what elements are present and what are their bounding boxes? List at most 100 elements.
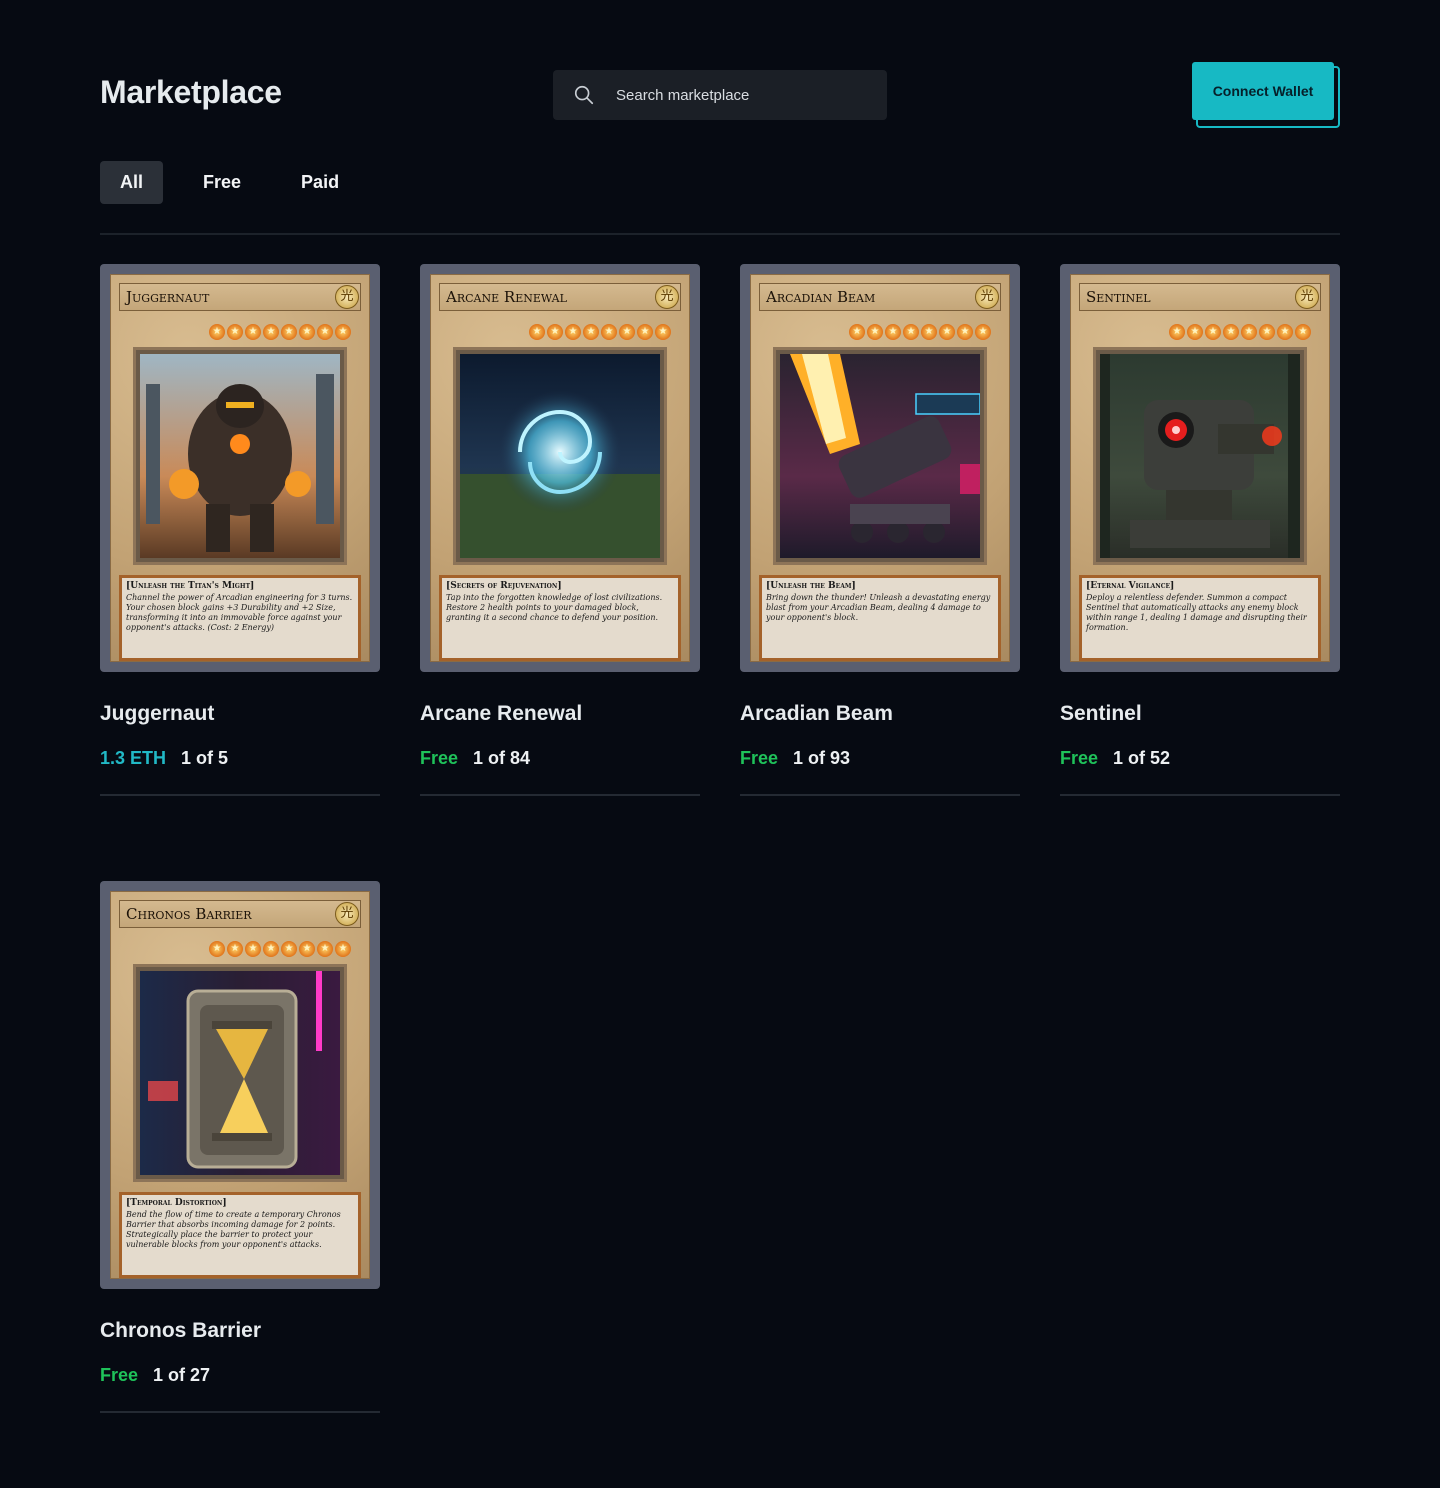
item-meta: Free 1 of 27 bbox=[100, 1365, 380, 1386]
ability-title: [Eternal Vigilance] bbox=[1086, 581, 1175, 591]
star-icon: ★ bbox=[547, 324, 563, 340]
card-description: [Eternal Vigilance] Deploy a relentless … bbox=[1079, 575, 1321, 661]
connect-wallet-button[interactable]: Connect Wallet bbox=[1192, 62, 1334, 120]
card-description: [Unleash the Beam] Bring down the thunde… bbox=[759, 575, 1001, 661]
star-icon: ★ bbox=[885, 324, 901, 340]
star-icon: ★ bbox=[281, 324, 297, 340]
marketplace-item[interactable]: Sentinel 光 ★ ★ ★ ★ ★ ★ ★ ★ [Eternal Vigi… bbox=[1060, 264, 1340, 796]
star-icon: ★ bbox=[1187, 324, 1203, 340]
star-icon: ★ bbox=[637, 324, 653, 340]
card-description: [Unleash the Titan's Might] Channel the … bbox=[119, 575, 361, 661]
level-stars: ★ ★ ★ ★ ★ ★ ★ ★ bbox=[1169, 324, 1311, 340]
card-image[interactable]: Chronos Barrier 光 ★ ★ ★ ★ ★ ★ ★ ★ [Tempo… bbox=[100, 881, 380, 1289]
header-divider bbox=[100, 233, 1340, 235]
ability-title: [Temporal Distortion] bbox=[126, 1198, 227, 1208]
ability-text: Deploy a relentless defender. Summon a c… bbox=[1086, 593, 1307, 632]
card-image[interactable]: Arcadian Beam 光 ★ ★ ★ ★ ★ ★ ★ ★ [Unleash… bbox=[740, 264, 1020, 672]
star-icon: ★ bbox=[957, 324, 973, 340]
star-icon: ★ bbox=[975, 324, 991, 340]
tab-free[interactable]: Free bbox=[183, 161, 261, 204]
attribute-icon: 光 bbox=[335, 285, 359, 309]
star-icon: ★ bbox=[227, 324, 243, 340]
marketplace-item[interactable]: Juggernaut 光 ★ ★ ★ ★ ★ ★ ★ ★ [Unleash th… bbox=[100, 264, 380, 796]
level-stars: ★ ★ ★ ★ ★ ★ ★ ★ bbox=[209, 941, 351, 957]
star-icon: ★ bbox=[939, 324, 955, 340]
item-title[interactable]: Sentinel bbox=[1060, 702, 1340, 726]
ability-text: Bend the flow of time to create a tempor… bbox=[126, 1210, 341, 1249]
star-icon: ★ bbox=[565, 324, 581, 340]
card-description: [Secrets of Rejuvenation] Tap into the f… bbox=[439, 575, 681, 661]
star-icon: ★ bbox=[529, 324, 545, 340]
star-icon: ★ bbox=[245, 324, 261, 340]
filter-tabs: All Free Paid bbox=[100, 161, 379, 204]
arcane-renewal-art bbox=[460, 354, 660, 558]
star-icon: ★ bbox=[849, 324, 865, 340]
star-icon: ★ bbox=[335, 324, 351, 340]
ability-title: [Unleash the Titan's Might] bbox=[126, 581, 255, 591]
star-icon: ★ bbox=[209, 324, 225, 340]
price: 1.3 ETH bbox=[100, 748, 167, 768]
edition-count: 1 of 5 bbox=[181, 748, 229, 768]
price: Free bbox=[100, 1365, 139, 1385]
card-name: Arcadian Beam bbox=[759, 283, 1001, 311]
arcadian-beam-art bbox=[780, 354, 981, 558]
marketplace-item[interactable]: Chronos Barrier 光 ★ ★ ★ ★ ★ ★ ★ ★ [Tempo… bbox=[100, 881, 380, 1413]
marketplace-item[interactable]: Arcadian Beam 光 ★ ★ ★ ★ ★ ★ ★ ★ [Unleash… bbox=[740, 264, 1020, 796]
item-divider bbox=[740, 794, 1020, 796]
juggernaut-art bbox=[140, 354, 340, 558]
star-icon: ★ bbox=[299, 324, 315, 340]
level-stars: ★ ★ ★ ★ ★ ★ ★ ★ bbox=[209, 324, 351, 340]
star-icon: ★ bbox=[1205, 324, 1221, 340]
item-meta: Free 1 of 93 bbox=[740, 748, 1020, 769]
star-icon: ★ bbox=[1223, 324, 1239, 340]
star-icon: ★ bbox=[867, 324, 883, 340]
item-divider bbox=[100, 1411, 380, 1413]
star-icon: ★ bbox=[263, 324, 279, 340]
item-divider bbox=[100, 794, 380, 796]
edition-count: 1 of 93 bbox=[793, 748, 851, 768]
page-title: Marketplace bbox=[100, 74, 282, 110]
ability-text: Bring down the thunder! Unleash a devast… bbox=[766, 593, 991, 622]
price: Free bbox=[740, 748, 779, 768]
sentinel-art bbox=[1100, 354, 1300, 558]
price: Free bbox=[1060, 748, 1099, 768]
item-meta: Free 1 of 52 bbox=[1060, 748, 1340, 769]
card-image[interactable]: Juggernaut 光 ★ ★ ★ ★ ★ ★ ★ ★ [Unleash th… bbox=[100, 264, 380, 672]
edition-count: 1 of 84 bbox=[473, 748, 531, 768]
card-art-frame bbox=[453, 347, 667, 565]
star-icon: ★ bbox=[601, 324, 617, 340]
card-name: Arcane Renewal bbox=[439, 283, 681, 311]
item-title[interactable]: Chronos Barrier bbox=[100, 1319, 380, 1343]
tab-paid[interactable]: Paid bbox=[281, 161, 359, 204]
ability-text: Channel the power of Arcadian engineerin… bbox=[126, 593, 353, 632]
card-name: Juggernaut bbox=[119, 283, 361, 311]
item-title[interactable]: Juggernaut bbox=[100, 702, 380, 726]
search-bar[interactable] bbox=[553, 70, 887, 120]
item-divider bbox=[420, 794, 700, 796]
star-icon: ★ bbox=[281, 941, 297, 957]
item-title[interactable]: Arcadian Beam bbox=[740, 702, 1020, 726]
star-icon: ★ bbox=[317, 324, 333, 340]
header: Marketplace Connect Wallet bbox=[100, 62, 1340, 128]
marketplace-item[interactable]: Arcane Renewal 光 ★ ★ ★ ★ ★ ★ ★ ★ [Secret… bbox=[420, 264, 700, 796]
star-icon: ★ bbox=[245, 941, 261, 957]
star-icon: ★ bbox=[921, 324, 937, 340]
attribute-icon: 光 bbox=[1295, 285, 1319, 309]
price: Free bbox=[420, 748, 459, 768]
tab-all[interactable]: All bbox=[100, 161, 164, 204]
star-icon: ★ bbox=[1295, 324, 1311, 340]
card-image[interactable]: Arcane Renewal 光 ★ ★ ★ ★ ★ ★ ★ ★ [Secret… bbox=[420, 264, 700, 672]
star-icon: ★ bbox=[299, 941, 315, 957]
item-meta: Free 1 of 84 bbox=[420, 748, 700, 769]
star-icon: ★ bbox=[335, 941, 351, 957]
wallet-button-wrap: Connect Wallet bbox=[1192, 62, 1340, 128]
edition-count: 1 of 52 bbox=[1113, 748, 1171, 768]
search-icon bbox=[574, 85, 594, 105]
item-title[interactable]: Arcane Renewal bbox=[420, 702, 700, 726]
search-input[interactable] bbox=[616, 86, 866, 104]
star-icon: ★ bbox=[1259, 324, 1275, 340]
card-image[interactable]: Sentinel 光 ★ ★ ★ ★ ★ ★ ★ ★ [Eternal Vigi… bbox=[1060, 264, 1340, 672]
item-meta: 1.3 ETH 1 of 5 bbox=[100, 748, 380, 769]
item-divider bbox=[1060, 794, 1340, 796]
star-icon: ★ bbox=[903, 324, 919, 340]
